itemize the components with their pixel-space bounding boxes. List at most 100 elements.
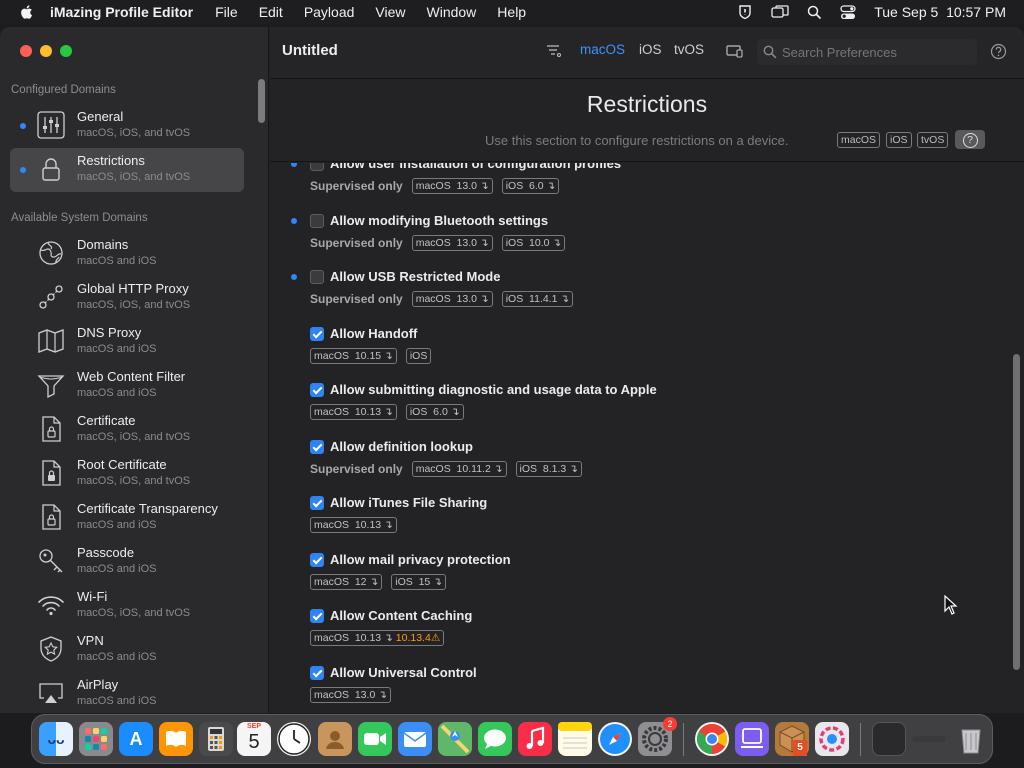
platform-tag-macos: macOS	[837, 132, 881, 148]
shield-status-icon[interactable]	[737, 4, 753, 20]
maps-icon[interactable]	[438, 722, 472, 756]
configured-dot	[291, 274, 297, 280]
restriction-row: Allow iTunes File Sharing macOS 10.13 ↴	[270, 495, 1000, 552]
trash-icon[interactable]	[954, 722, 988, 756]
menu-help[interactable]: Help	[497, 4, 526, 20]
sidebar-item-wi-fi[interactable]: Wi-Fi macOS, iOS, and tvOS	[10, 584, 244, 628]
restriction-meta: macOS 12 ↴ iOS 15 ↴	[310, 574, 446, 590]
zoom-window-button[interactable]	[60, 45, 72, 57]
menubar-clock[interactable]: Tue Sep 5 10:57 PM	[874, 4, 1006, 20]
sidebar-scrollbar[interactable]	[258, 79, 265, 123]
tab-tvos[interactable]: tvOS	[674, 42, 704, 57]
safari-icon[interactable]	[598, 722, 632, 756]
clock-icon[interactable]	[277, 722, 311, 756]
payload-help-button[interactable]: ?	[955, 130, 985, 149]
deprecated-version: 10.13.4	[395, 632, 431, 644]
restriction-checkbox[interactable]	[310, 163, 324, 171]
restriction-checkbox[interactable]	[310, 666, 324, 680]
restriction-label: Allow definition lookup	[330, 439, 473, 454]
minimize-window-button[interactable]	[40, 45, 52, 57]
spotlight-search-icon[interactable]	[807, 5, 822, 20]
restriction-checkbox[interactable]	[310, 214, 324, 228]
sidebar-item-label: Root Certificate	[77, 457, 167, 472]
restriction-row: Allow USB Restricted Mode Supervised onl…	[270, 269, 1000, 326]
sidebar-item-vpn[interactable]: VPN macOS and iOS	[10, 628, 244, 672]
device-preview-icon[interactable]	[726, 44, 743, 63]
restriction-checkbox[interactable]	[310, 496, 324, 510]
sidebar-item-label: Global HTTP Proxy	[77, 281, 189, 296]
tab-macos[interactable]: macOS	[580, 42, 625, 57]
help-circle-icon[interactable]	[990, 43, 1007, 65]
sidebar-item-certificate[interactable]: Certificate macOS, iOS, and tvOS	[10, 408, 244, 452]
imazing-profile-editor-icon[interactable]	[815, 722, 849, 756]
sidebar-item-dns-proxy[interactable]: DNS Proxy macOS and iOS	[10, 320, 244, 364]
control-center-icon[interactable]	[840, 4, 856, 20]
sidebar-item-domains[interactable]: Domains macOS and iOS	[10, 232, 244, 276]
restriction-checkbox[interactable]	[310, 553, 324, 567]
restriction-label: Allow Content Caching	[330, 608, 473, 623]
screen-mirroring-icon[interactable]	[771, 5, 789, 19]
restriction-checkbox[interactable]	[310, 440, 324, 454]
minimized-window-thumbnail[interactable]	[912, 736, 946, 742]
version-tag-ios: iOS 8.1.3 ↴	[515, 461, 582, 477]
app-store-icon[interactable]: A	[119, 722, 153, 756]
calculator-icon[interactable]	[199, 722, 233, 756]
menu-app-name[interactable]: iMazing Profile Editor	[50, 4, 193, 20]
version-text: macOS 13.0	[415, 180, 477, 192]
app-window: Configured Domains General macOS, iOS, a…	[0, 27, 1024, 713]
sidebar-item-root-certificate[interactable]: Root Certificate macOS, iOS, and tvOS	[10, 452, 244, 496]
simulator-icon[interactable]	[735, 722, 769, 756]
calendar-month: SEP	[246, 723, 261, 730]
dock-separator	[860, 723, 861, 756]
minimized-window-thumbnail[interactable]	[872, 722, 906, 756]
menu-view[interactable]: View	[375, 4, 405, 20]
books-icon[interactable]	[159, 722, 193, 756]
facetime-icon[interactable]	[358, 722, 392, 756]
contacts-icon[interactable]	[318, 722, 352, 756]
menu-edit[interactable]: Edit	[259, 4, 283, 20]
sidebar-item-passcode[interactable]: Passcode macOS and iOS	[10, 540, 244, 584]
version-text: macOS 10.11.2	[415, 463, 491, 475]
sidebar-item-airplay[interactable]: AirPlay macOS and iOS	[10, 672, 244, 713]
sidebar-item-restrictions[interactable]: Restrictions macOS, iOS, and tvOS	[10, 148, 244, 192]
sidebar-item-global-http-proxy[interactable]: Global HTTP Proxy macOS, iOS, and tvOS	[10, 276, 244, 320]
restriction-checkbox[interactable]	[310, 327, 324, 341]
restriction-checkbox[interactable]	[310, 609, 324, 623]
system-settings-icon[interactable]: 2	[638, 717, 677, 756]
version-text: macOS 10.13	[314, 519, 382, 531]
restriction-label: Allow modifying Bluetooth settings	[330, 213, 549, 228]
sidebar-item-general[interactable]: General macOS, iOS, and tvOS	[10, 104, 244, 148]
menu-window[interactable]: Window	[427, 4, 477, 20]
calendar-icon[interactable]: SEP 5	[237, 722, 271, 756]
content-scrollbar[interactable]	[1013, 354, 1020, 670]
sidebar-item-platforms: macOS, iOS, and tvOS	[77, 607, 191, 619]
sidebar-item-certificate-transparency[interactable]: Certificate Transparency macOS and iOS	[10, 496, 244, 540]
restriction-meta: macOS 10.13 ↴ 10.13.4⚠	[310, 630, 445, 646]
restriction-checkbox[interactable]	[310, 270, 324, 284]
search-field[interactable]: Search Preferences	[757, 39, 977, 65]
notes-icon[interactable]	[558, 722, 592, 756]
menu-payload[interactable]: Payload	[304, 4, 355, 20]
package-icon[interactable]: 5	[775, 722, 809, 756]
launchpad-icon[interactable]	[79, 722, 113, 756]
filter-list-icon[interactable]	[546, 44, 562, 63]
sidebar-item-label: AirPlay	[77, 677, 119, 692]
apple-logo-icon[interactable]	[18, 3, 36, 21]
restriction-label: Allow iTunes File Sharing	[330, 495, 488, 510]
music-icon[interactable]	[518, 722, 552, 756]
restriction-checkbox[interactable]	[310, 383, 324, 397]
tab-ios[interactable]: iOS	[639, 42, 662, 57]
proxy-icon	[39, 285, 63, 309]
mail-icon[interactable]	[398, 722, 432, 756]
restriction-label: Allow user installation of configuration…	[330, 163, 622, 171]
version-tag-macos: macOS 10.13 ↴	[310, 517, 397, 533]
restriction-row: Allow mail privacy protection macOS 12 ↴…	[270, 552, 1000, 609]
sidebar-item-web-content-filter[interactable]: Web Content Filter macOS and iOS	[10, 364, 244, 408]
sidebar-item-label: Wi-Fi	[77, 589, 108, 604]
close-window-button[interactable]	[20, 45, 32, 57]
chrome-icon[interactable]	[695, 722, 729, 756]
version-tag-macos: macOS 13.0 ↴	[310, 687, 391, 703]
finder-icon[interactable]: ᴗᴗ	[39, 722, 73, 756]
menu-file[interactable]: File	[215, 4, 238, 20]
messages-icon[interactable]	[478, 722, 512, 756]
